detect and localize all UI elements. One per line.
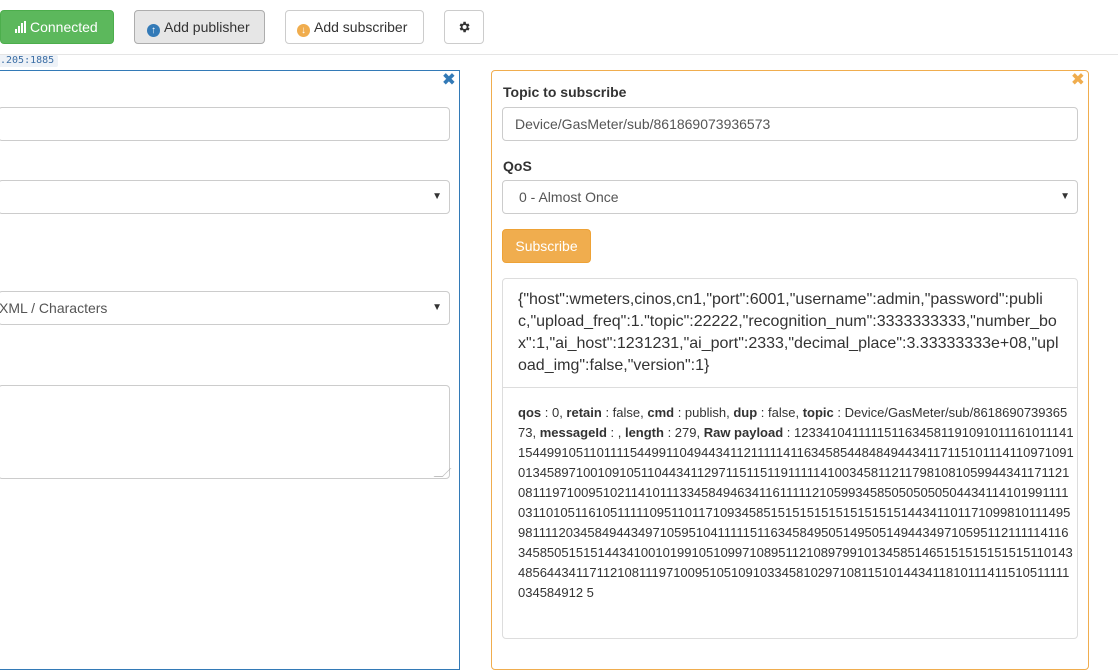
length-val: : 279, bbox=[663, 425, 704, 440]
subscribe-button[interactable]: Subscribe bbox=[502, 229, 591, 263]
messageid-val: : , bbox=[606, 425, 625, 440]
close-icon[interactable]: ✖ bbox=[442, 71, 456, 88]
connected-button[interactable]: Connected bbox=[0, 10, 114, 44]
publish-topic-input[interactable] bbox=[0, 107, 450, 141]
payload-type-value: XML / Characters bbox=[0, 300, 108, 316]
publish-qos-select[interactable]: ▼ bbox=[0, 180, 450, 214]
retain-key: retain bbox=[566, 405, 602, 420]
length-key: length bbox=[624, 425, 664, 440]
subscribe-topic-input[interactable]: Device/GasMeter/sub/861869073936573 bbox=[502, 107, 1078, 141]
cmd-val: : publish, bbox=[674, 405, 734, 420]
add-subscriber-label: Add subscriber bbox=[314, 19, 408, 35]
add-publisher-label: Add publisher bbox=[164, 19, 250, 35]
chevron-down-icon: ▼ bbox=[432, 191, 442, 202]
resize-handle-icon[interactable] bbox=[433, 468, 452, 477]
message-metadata: qos : 0, retain : false, cmd : publish, … bbox=[518, 403, 1074, 603]
raw-payload-key: Raw payload bbox=[703, 425, 784, 440]
dup-key: dup bbox=[733, 405, 758, 420]
raw-payload-val: : 12334104111115116345811910910111610111… bbox=[518, 425, 1074, 600]
connected-label: Connected bbox=[30, 19, 98, 35]
publisher-panel: ✖ ▼ XML / Characters ▼ bbox=[0, 70, 460, 670]
received-message: {"host":wmeters,cinos,cn1,"port":6001,"u… bbox=[502, 278, 1078, 639]
gear-icon bbox=[459, 21, 470, 33]
add-publisher-button[interactable]: ↑ Add publisher bbox=[134, 10, 265, 44]
settings-button[interactable] bbox=[444, 10, 484, 44]
qos-key: qos bbox=[518, 405, 542, 420]
topic-label: Topic to subscribe bbox=[503, 84, 627, 100]
subscribe-qos-select[interactable]: 0 - Almost Once ▼ bbox=[502, 180, 1078, 214]
close-icon[interactable]: ✖ bbox=[1071, 71, 1085, 88]
message-payload: {"host":wmeters,cinos,cn1,"port":6001,"u… bbox=[518, 291, 1059, 374]
subscribe-topic-value: Device/GasMeter/sub/861869073936573 bbox=[515, 116, 771, 132]
chevron-down-icon: ▼ bbox=[1060, 191, 1070, 202]
divider bbox=[503, 387, 1077, 388]
arrow-up-circle-icon: ↑ bbox=[147, 24, 160, 37]
topic-key: topic bbox=[802, 405, 834, 420]
qos-value: 0 - Almost Once bbox=[519, 189, 619, 205]
publish-payload-textarea[interactable] bbox=[0, 385, 452, 479]
retain-val: : false, bbox=[601, 405, 648, 420]
broker-address-label: .205:1885 bbox=[0, 55, 59, 67]
messageid-key: messageId bbox=[539, 425, 607, 440]
payload-type-select[interactable]: XML / Characters ▼ bbox=[0, 291, 450, 325]
signal-icon bbox=[15, 21, 27, 33]
dup-val: : false, bbox=[757, 405, 803, 420]
add-subscriber-button[interactable]: ↓ Add subscriber bbox=[285, 10, 424, 44]
subscriber-panel: ✖ Topic to subscribe Device/GasMeter/sub… bbox=[491, 70, 1089, 670]
arrow-down-circle-icon: ↓ bbox=[297, 24, 310, 37]
toolbar: Connected ↑ Add publisher ↓ Add subscriber bbox=[0, 0, 1118, 55]
qos-label: QoS bbox=[503, 158, 532, 174]
qos-val: : 0, bbox=[541, 405, 567, 420]
chevron-down-icon: ▼ bbox=[432, 302, 442, 313]
cmd-key: cmd bbox=[647, 405, 675, 420]
